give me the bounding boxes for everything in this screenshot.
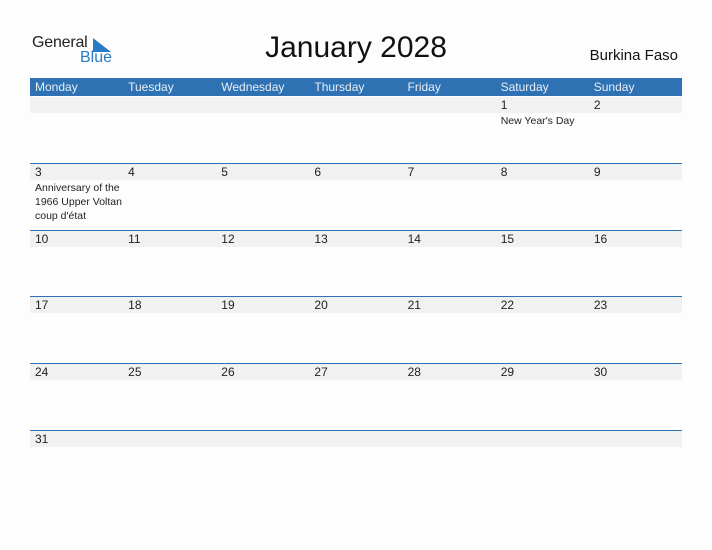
day-cell: 21 bbox=[403, 297, 496, 313]
day-cell: 25 bbox=[123, 364, 216, 380]
day-cell: 12 bbox=[216, 231, 309, 247]
day-cell bbox=[216, 431, 309, 447]
day-number bbox=[221, 431, 309, 447]
weekday-wednesday: Wednesday bbox=[221, 80, 285, 94]
day-number: 12 bbox=[221, 232, 235, 246]
day-number: 27 bbox=[314, 365, 328, 379]
day-number: 14 bbox=[407, 232, 421, 246]
day-number: 11 bbox=[128, 232, 141, 246]
day-cell: 24 bbox=[30, 364, 123, 380]
weekday-thursday: Thursday bbox=[314, 80, 365, 94]
day-cell: 5 bbox=[216, 164, 309, 180]
day-number: 1 bbox=[500, 98, 508, 112]
day-cell bbox=[589, 431, 682, 447]
weekday-saturday: Saturday bbox=[500, 80, 549, 94]
day-cell bbox=[403, 431, 496, 447]
day-cell: 18 bbox=[123, 297, 216, 313]
day-number: 10 bbox=[35, 232, 49, 246]
day-cell bbox=[123, 431, 216, 447]
day-cell: 15 bbox=[496, 231, 589, 247]
day-cell: 4 bbox=[123, 164, 216, 180]
day-number: 31 bbox=[35, 432, 49, 446]
day-cell: 30 bbox=[589, 364, 682, 380]
day-cell bbox=[403, 97, 496, 113]
day-cell bbox=[309, 431, 402, 447]
day-cell: 14 bbox=[403, 231, 496, 247]
day-number: 28 bbox=[407, 365, 421, 379]
day-cell: 3 Anniversary of the 1966 Upper Voltan co… bbox=[30, 164, 123, 223]
day-number bbox=[408, 97, 496, 113]
day-cell: 13 bbox=[309, 231, 402, 247]
country-name: Burkina Faso bbox=[589, 47, 678, 64]
day-number: 5 bbox=[221, 165, 228, 179]
day-number: 16 bbox=[593, 232, 608, 246]
day-number bbox=[594, 431, 682, 447]
day-cell: 1 New Year's Day bbox=[496, 97, 589, 128]
day-number: 23 bbox=[593, 298, 608, 312]
holiday-label: Anniversary of the 1966 Upper Voltan cou… bbox=[35, 182, 122, 222]
day-cell bbox=[30, 97, 123, 113]
holiday-label: New Year's Day bbox=[500, 115, 575, 127]
day-number: 30 bbox=[593, 365, 608, 379]
day-cell bbox=[496, 431, 589, 447]
day-cell: 31 bbox=[30, 431, 123, 447]
day-number: 8 bbox=[500, 165, 508, 179]
day-number: 22 bbox=[500, 298, 515, 312]
day-number: 18 bbox=[128, 298, 142, 312]
day-cell: 23 bbox=[589, 297, 682, 313]
day-number: 20 bbox=[314, 298, 328, 312]
day-number: 7 bbox=[407, 165, 415, 179]
weekday-tuesday: Tuesday bbox=[128, 80, 174, 94]
day-number bbox=[408, 431, 496, 447]
day-number: 24 bbox=[35, 365, 49, 379]
day-cell: 10 bbox=[30, 231, 123, 247]
day-cell bbox=[123, 97, 216, 113]
day-number: 4 bbox=[128, 165, 135, 179]
day-cell: 6 bbox=[309, 164, 402, 180]
day-cell: 11 bbox=[123, 231, 216, 247]
day-number: 3 bbox=[35, 165, 42, 179]
day-number bbox=[128, 97, 216, 113]
day-number bbox=[128, 431, 216, 447]
day-cell: 26 bbox=[216, 364, 309, 380]
day-number bbox=[314, 97, 402, 113]
day-number: 21 bbox=[407, 298, 421, 312]
day-cell: 17 bbox=[30, 297, 123, 313]
weekday-sunday: Sunday bbox=[593, 80, 635, 94]
day-cell: 22 bbox=[496, 297, 589, 313]
day-cell: 8 bbox=[496, 164, 589, 180]
day-number: 13 bbox=[314, 232, 328, 246]
day-number: 2 bbox=[593, 98, 601, 112]
weekday-header: Monday Tuesday Wednesday Thursday Friday… bbox=[30, 78, 682, 96]
day-number: 17 bbox=[35, 298, 49, 312]
day-cell: 19 bbox=[216, 297, 309, 313]
day-number: 6 bbox=[314, 165, 322, 179]
day-number: 25 bbox=[128, 365, 142, 379]
day-cell: 16 bbox=[589, 231, 682, 247]
day-cell bbox=[309, 97, 402, 113]
day-number: 29 bbox=[500, 365, 515, 379]
day-number: 15 bbox=[500, 232, 515, 246]
weekday-monday: Monday bbox=[35, 80, 78, 94]
day-cell: 27 bbox=[309, 364, 402, 380]
day-cell: 28 bbox=[403, 364, 496, 380]
day-cell: 29 bbox=[496, 364, 589, 380]
day-number: 26 bbox=[221, 365, 235, 379]
day-number: 19 bbox=[221, 298, 235, 312]
day-number: 9 bbox=[593, 165, 601, 179]
day-cell bbox=[216, 97, 309, 113]
day-number bbox=[35, 97, 123, 113]
day-cell: 2 bbox=[589, 97, 682, 113]
day-cell: 7 bbox=[403, 164, 496, 180]
day-number bbox=[314, 431, 402, 447]
day-cell: 20 bbox=[309, 297, 402, 313]
weekday-friday: Friday bbox=[407, 80, 441, 94]
day-number bbox=[501, 431, 589, 447]
day-cell: 9 bbox=[589, 164, 682, 180]
day-number bbox=[221, 97, 309, 113]
